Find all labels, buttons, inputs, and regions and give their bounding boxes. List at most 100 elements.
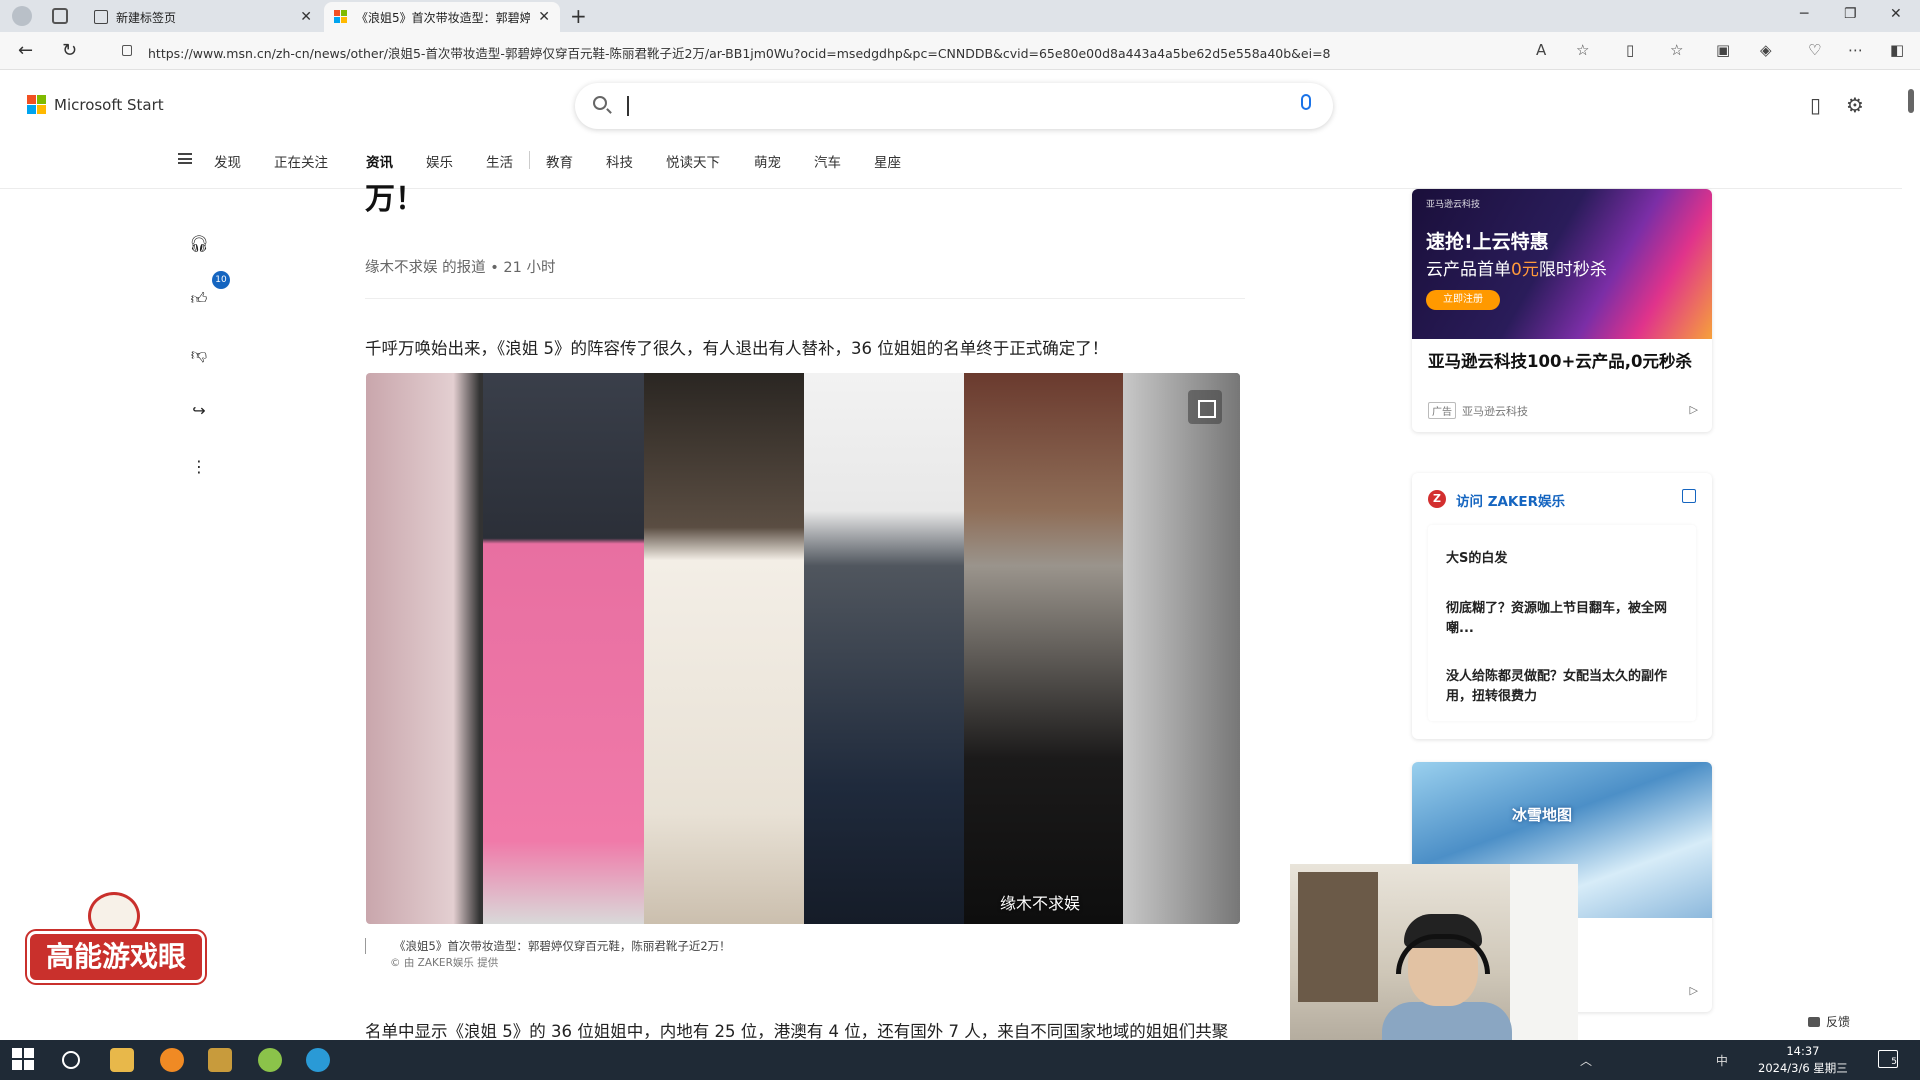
more-vertical-icon[interactable]: ⋮ — [185, 452, 213, 480]
ad-card-aws[interactable]: 亚马逊云科技 速抢!上云特惠 云产品首单0元限时秒杀 立即注册 亚马逊云科技10… — [1412, 189, 1712, 432]
tray-chevron-icon[interactable]: ︿ — [1580, 1054, 1592, 1068]
minimize-button[interactable]: ─ — [1800, 6, 1808, 22]
settings-gear-icon[interactable]: ⚙ — [1846, 93, 1864, 117]
sidebar-toggle-icon[interactable]: ◧ — [1890, 41, 1904, 59]
nav-item-reading[interactable]: 悦读天下 — [666, 151, 720, 171]
tray-ime-label[interactable]: 中 — [1716, 1054, 1728, 1068]
feedback-label: 反馈 — [1826, 1015, 1851, 1029]
address-bar[interactable]: https://www.msn.cn/zh-cn/news/other/浪姐5-… — [112, 36, 1532, 66]
nav-item-tech[interactable]: 科技 — [606, 151, 633, 171]
notification-count: 5 — [1891, 1057, 1897, 1067]
league-of-legends-icon[interactable] — [208, 1048, 232, 1072]
listen-headphones-icon[interactable]: 🎧︎ — [185, 229, 213, 257]
nav-item-discover[interactable]: 发现 — [214, 151, 241, 171]
game-ad-title: 冰雪地图 — [1512, 806, 1573, 824]
start-button-icon[interactable] — [12, 1048, 36, 1072]
system-tray[interactable]: ︿ 中 — [1580, 1052, 1728, 1069]
feedback-button[interactable]: 反馈 — [1808, 1013, 1850, 1030]
article-byline[interactable]: 缘木不求娱 的报道 • 21 小时 — [365, 256, 555, 277]
nav-item-following[interactable]: 正在关注 — [274, 151, 328, 171]
scrollbar-thumb[interactable] — [1908, 89, 1914, 113]
list-item[interactable]: 没人给陈都灵做配？女配当太久的副作用，扭转很费力 — [1446, 667, 1681, 707]
favorites-icon[interactable]: ☆ — [1670, 41, 1683, 59]
tab-new-tab[interactable]: 新建标签页 ✕ — [84, 2, 322, 32]
page-icon — [94, 10, 108, 24]
ad-banner-image[interactable]: 亚马逊云科技 速抢!上云特惠 云产品首单0元限时秒杀 立即注册 — [1412, 189, 1712, 339]
url-text[interactable]: https://www.msn.cn/zh-cn/news/other/浪姐5-… — [148, 43, 1331, 62]
ad-choices-icon[interactable]: ▷ — [1690, 403, 1698, 416]
nav-item-education[interactable]: 教育 — [546, 151, 573, 171]
ad-sub-post: 限时秒杀 — [1538, 260, 1607, 280]
dislike-thumbs-down-icon[interactable]: 👎︎ — [185, 341, 213, 369]
refresh-button[interactable]: ↻ — [62, 40, 77, 61]
ad-footer: 广告 亚马逊云科技 — [1428, 402, 1528, 419]
nav-item-pets[interactable]: 萌宠 — [754, 151, 781, 171]
tab-article[interactable]: 《浪姐5》首次带妆造型：郭碧婷 ✕ — [324, 2, 560, 32]
split-screen-icon[interactable]: ▯ — [1626, 41, 1634, 59]
fullscreen-expand-icon[interactable] — [1188, 390, 1222, 424]
photo-panel-edge — [1123, 373, 1240, 924]
image-watermark: 缘木不求娱 — [1000, 894, 1081, 913]
window-close-button[interactable]: ✕ — [1890, 6, 1902, 22]
like-thumbs-up-icon[interactable]: 👍︎ — [185, 285, 213, 313]
search-input[interactable] — [575, 83, 1333, 129]
zaker-card: Z 访问 ZAKER娱乐 大S的白发 彻底糊了？资源咖上节目翻车，被全网嘲...… — [1412, 473, 1712, 739]
notification-center-icon[interactable]: 5 — [1878, 1050, 1898, 1068]
mobile-app-icon[interactable]: ▯ — [1810, 93, 1821, 117]
microphone-icon[interactable] — [1301, 94, 1311, 110]
ad-tag: 广告 — [1428, 402, 1456, 419]
share-icon[interactable]: ↪ — [185, 396, 213, 424]
microsoft-logo-icon — [27, 95, 46, 114]
ad-brand-label: 亚马逊云科技 — [1426, 200, 1481, 210]
tab-close-icon[interactable]: ✕ — [538, 9, 550, 25]
edge-browser-icon[interactable] — [306, 1048, 330, 1072]
ad-sub-highlight: 0元 — [1511, 260, 1539, 280]
nav-item-entertainment[interactable]: 娱乐 — [426, 151, 453, 171]
article-photo[interactable] — [366, 373, 1240, 924]
app-icon-orange[interactable] — [160, 1048, 184, 1072]
nav-item-auto[interactable]: 汽车 — [814, 151, 841, 171]
ad-choices-icon[interactable]: ▷ — [1690, 984, 1698, 997]
taskbar-search-icon[interactable] — [62, 1051, 80, 1069]
favorite-star-icon[interactable]: ☆ — [1576, 41, 1589, 59]
nav-item-life[interactable]: 生活 — [486, 151, 513, 171]
more-options-icon[interactable]: ⋯ — [1848, 41, 1863, 59]
lock-icon[interactable] — [122, 45, 132, 56]
zaker-headline-list: 大S的白发 彻底糊了？资源咖上节目翻车，被全网嘲... 没人给陈都灵做配？女配当… — [1428, 525, 1696, 721]
restore-button[interactable]: ❐ — [1844, 6, 1857, 22]
profile-icon[interactable] — [12, 6, 32, 26]
zaker-visit-link[interactable]: 访问 ZAKER娱乐 — [1456, 490, 1565, 510]
article-body-paragraph: 名单中显示《浪姐 5》的 36 位姐姐中，内地有 25 位，港澳有 4 位，还有… — [365, 1022, 1229, 1040]
clock-date: 2024/3/6 星期三 — [1758, 1061, 1848, 1075]
article-title: 万！ — [365, 182, 425, 217]
taskbar-clock[interactable]: 14:37 2024/3/6 星期三 — [1758, 1043, 1848, 1077]
msn-header: Microsoft Start ▯ ⚙ 发现 正在关注 资讯 娱乐 生活 教育 … — [0, 71, 1920, 189]
new-tab-button[interactable]: + — [570, 4, 587, 28]
ad-title[interactable]: 亚马逊云科技100+云产品,0元秒杀 — [1428, 351, 1698, 373]
page-scrollbar[interactable] — [1902, 71, 1920, 1040]
external-link-icon[interactable] — [1682, 489, 1696, 503]
streamer-logo-overlay: 高能游戏眼 — [30, 892, 202, 984]
tab-actions-icon[interactable] — [52, 8, 68, 24]
hamburger-menu-icon[interactable] — [178, 153, 192, 164]
list-item[interactable]: 彻底糊了？资源咖上节目翻车，被全网嘲... — [1446, 599, 1681, 639]
back-button[interactable]: ← — [18, 40, 33, 61]
browser-essentials-icon[interactable]: ♡ — [1808, 41, 1821, 59]
nav-item-news[interactable]: 资讯 — [366, 151, 393, 171]
search-icon — [593, 96, 607, 110]
list-item[interactable]: 大S的白发 — [1446, 549, 1681, 569]
extensions-icon[interactable]: ◈ — [1760, 41, 1772, 59]
ad-register-button[interactable]: 立即注册 — [1426, 290, 1500, 310]
nav-item-horoscope[interactable]: 星座 — [874, 151, 901, 171]
app-icon-green[interactable] — [258, 1048, 282, 1072]
tab-label: 《浪姐5》首次带妆造型：郭碧婷 — [356, 10, 531, 25]
file-explorer-icon[interactable] — [110, 1048, 134, 1072]
photo-panel-grey-blazer — [964, 373, 1123, 924]
microsoft-start-logo[interactable]: Microsoft Start — [27, 95, 164, 114]
collections-icon[interactable]: ▣ — [1716, 41, 1730, 59]
nav-divider — [529, 151, 530, 169]
photo-panel-pink-suit — [483, 373, 644, 924]
tab-close-icon[interactable]: ✕ — [300, 9, 312, 25]
zaker-logo-icon: Z — [1428, 490, 1446, 508]
read-aloud-icon[interactable]: A — [1536, 41, 1546, 59]
